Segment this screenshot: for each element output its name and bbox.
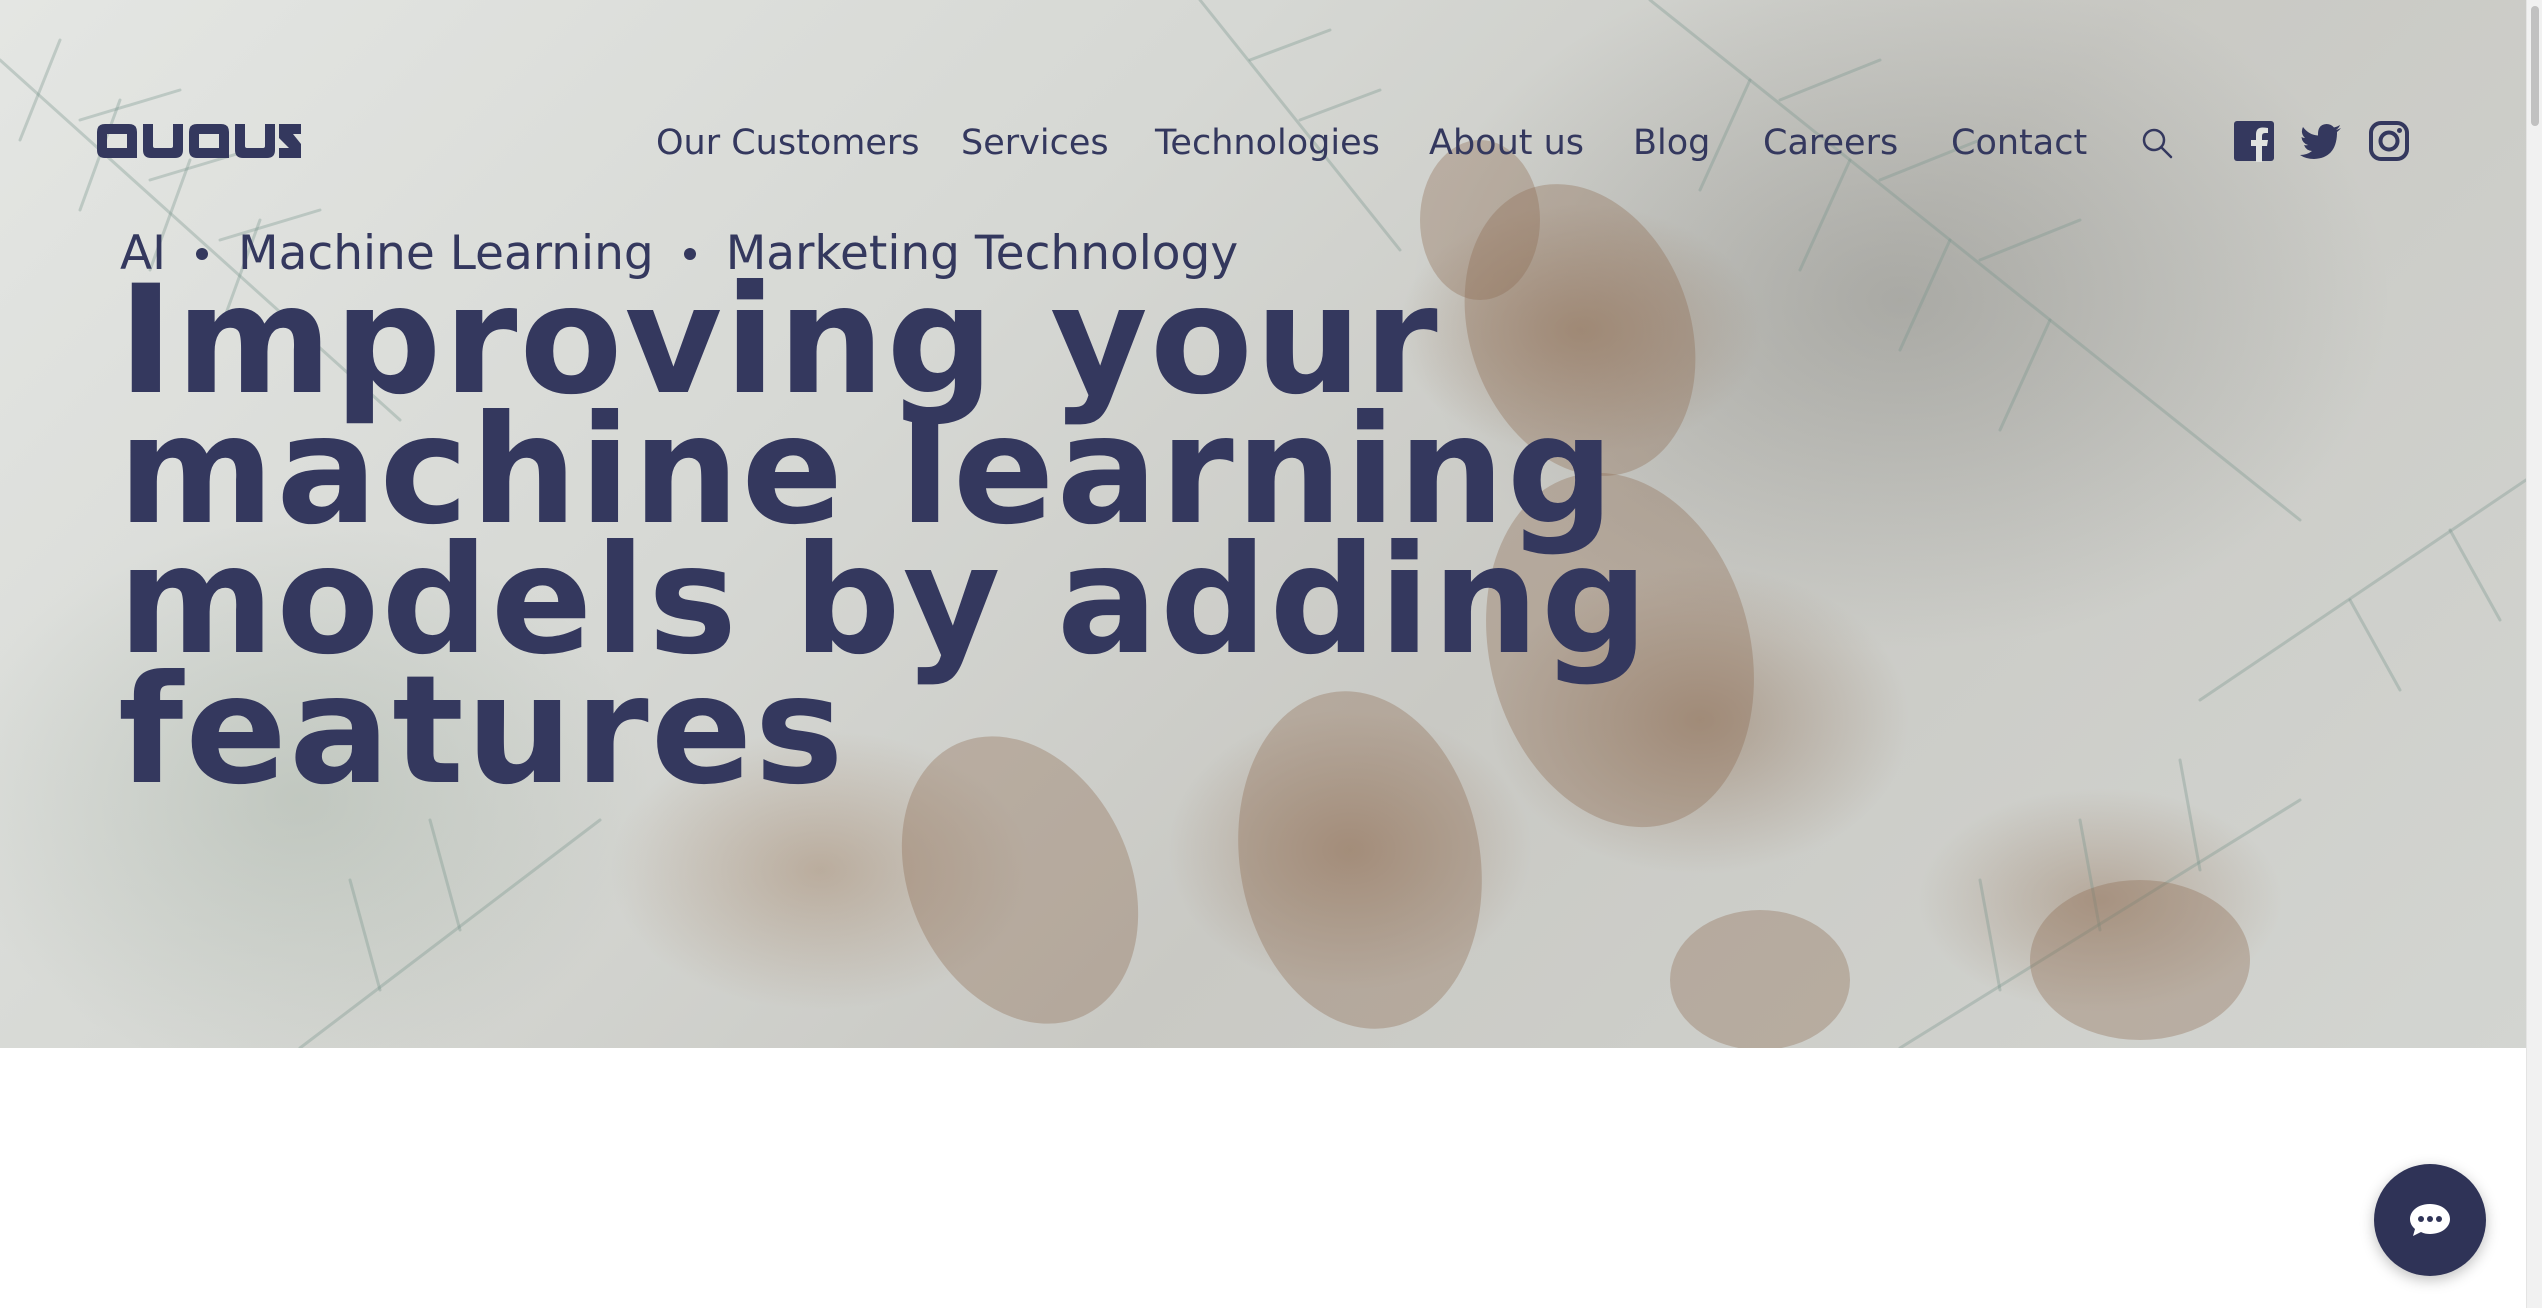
search-icon[interactable] <box>2140 126 2174 160</box>
nav-contact[interactable]: Contact <box>1951 120 2087 166</box>
nav-blog[interactable]: Blog <box>1633 120 1710 166</box>
nav-technologies[interactable]: Technologies <box>1155 120 1380 166</box>
nav-careers[interactable]: Careers <box>1763 120 1898 166</box>
chat-icon <box>2410 1204 2450 1236</box>
page-scrollbar[interactable] <box>2526 0 2542 1308</box>
chat-button[interactable] <box>2374 1164 2486 1276</box>
nav-about-us[interactable]: About us <box>1429 120 1584 166</box>
page-title: Improving your machine learning models b… <box>118 266 1648 806</box>
facebook-icon[interactable] <box>2233 120 2275 162</box>
nav-our-customers[interactable]: Our Customers <box>656 120 920 166</box>
instagram-icon[interactable] <box>2368 120 2410 162</box>
avaus-logo[interactable]: avaus <box>97 120 301 162</box>
scrollbar-thumb[interactable] <box>2531 6 2539 126</box>
twitter-icon[interactable] <box>2300 120 2342 162</box>
nav-services[interactable]: Services <box>961 120 1109 166</box>
